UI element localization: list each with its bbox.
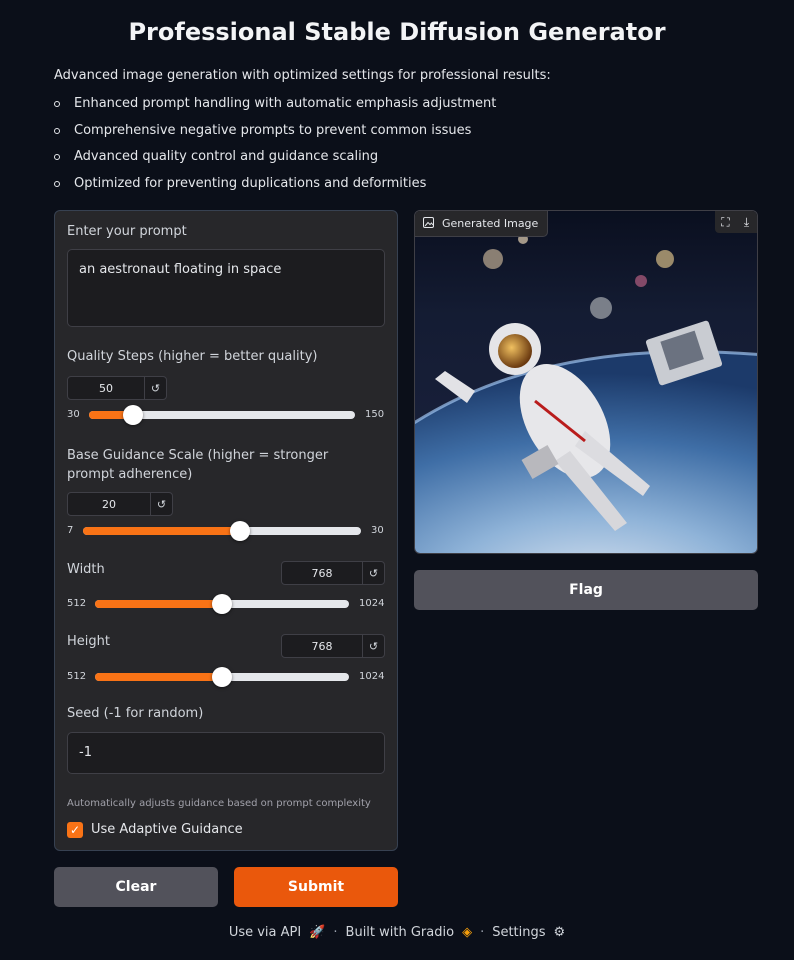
height-max: 1024 <box>359 671 385 682</box>
height-number-input[interactable]: 768 ↺ <box>281 634 385 658</box>
guidance-number-input[interactable]: 20 ↺ <box>67 492 173 516</box>
slider-fill <box>95 600 222 608</box>
fullscreen-icon[interactable]: ⛶ <box>715 211 736 233</box>
bullet-icon <box>54 180 60 187</box>
slider-fill <box>95 673 222 681</box>
guidance-slider[interactable] <box>83 521 361 541</box>
clear-button[interactable]: Clear <box>54 867 218 907</box>
steps-number-input[interactable]: 50 ↺ <box>67 376 167 400</box>
prompt-input[interactable]: an aestronaut floating in space <box>67 249 385 327</box>
list-item: Enhanced prompt handling with automatic … <box>54 94 496 121</box>
bullet-icon <box>54 127 60 134</box>
bullet-icon <box>54 154 60 160</box>
submit-button[interactable]: Submit <box>234 867 398 907</box>
guidance-max: 30 <box>371 525 384 536</box>
slider-thumb[interactable] <box>230 521 251 541</box>
list-item: Advanced quality control and guidance sc… <box>54 147 496 174</box>
adaptive-info: Automatically adjusts guidance based on … <box>67 798 371 809</box>
height-slider[interactable] <box>95 667 349 687</box>
gradio-link[interactable]: Built with Gradio <box>346 925 455 940</box>
steps-label: Quality Steps (higher = better quality) <box>67 349 318 364</box>
page-title: Professional Stable Diffusion Generator <box>128 18 666 46</box>
prompt-label: Enter your prompt <box>67 224 187 239</box>
generated-image-panel: Generated Image ⛶ ⤓ <box>414 210 758 554</box>
input-panel: Enter your prompt an aestronaut floating… <box>54 210 398 851</box>
seed-label: Seed (-1 for random) <box>67 706 204 721</box>
width-min: 512 <box>67 598 87 609</box>
steps-min: 30 <box>67 409 80 420</box>
list-item: Comprehensive negative prompts to preven… <box>54 121 496 148</box>
seed-input[interactable]: -1 <box>67 732 385 774</box>
slider-fill <box>83 527 241 535</box>
image-icon <box>423 216 434 231</box>
rocket-icon: 🚀 <box>309 925 326 940</box>
slider-thumb[interactable] <box>123 405 144 425</box>
gradio-logo-icon: ◈ <box>462 925 473 940</box>
feature-list: Enhanced prompt handling with automatic … <box>54 94 496 200</box>
reset-icon[interactable]: ↺ <box>362 635 384 657</box>
reset-icon[interactable]: ↺ <box>362 562 384 584</box>
separator: · <box>333 925 338 940</box>
width-number-input[interactable]: 768 ↺ <box>281 561 385 585</box>
height-label: Height <box>67 634 110 649</box>
gear-icon: ⚙ <box>553 925 566 940</box>
slider-thumb[interactable] <box>212 667 232 687</box>
steps-max: 150 <box>365 409 385 420</box>
intro-text: Advanced image generation with optimized… <box>54 68 551 83</box>
flag-button[interactable]: Flag <box>414 570 758 610</box>
steps-slider[interactable] <box>89 405 355 425</box>
list-item: Optimized for preventing duplications an… <box>54 174 496 201</box>
height-min: 512 <box>67 671 87 682</box>
separator: · <box>480 925 485 940</box>
bullet-icon <box>54 101 60 107</box>
guidance-label: Base Guidance Scale (higher = stronger p… <box>67 448 329 482</box>
width-slider[interactable] <box>95 594 349 614</box>
slider-thumb[interactable] <box>212 594 232 614</box>
download-icon[interactable]: ⤓ <box>736 211 757 233</box>
adaptive-label: Use Adaptive Guidance <box>91 822 243 837</box>
image-label: Generated Image <box>415 211 549 237</box>
image-toolbar: ⛶ ⤓ <box>715 211 757 233</box>
reset-icon[interactable]: ↺ <box>144 377 166 399</box>
width-max: 1024 <box>359 598 385 609</box>
check-icon: ✓ <box>69 823 81 837</box>
footer: Use via API 🚀 · Built with Gradio ◈ · Se… <box>0 925 794 940</box>
reset-icon[interactable]: ↺ <box>150 493 172 515</box>
adaptive-checkbox[interactable]: ✓ <box>67 822 83 838</box>
settings-link[interactable]: Settings <box>492 925 545 940</box>
width-label: Width <box>67 562 105 577</box>
guidance-min: 7 <box>67 525 74 536</box>
api-link[interactable]: Use via API <box>229 925 301 940</box>
generated-image[interactable] <box>415 211 758 554</box>
